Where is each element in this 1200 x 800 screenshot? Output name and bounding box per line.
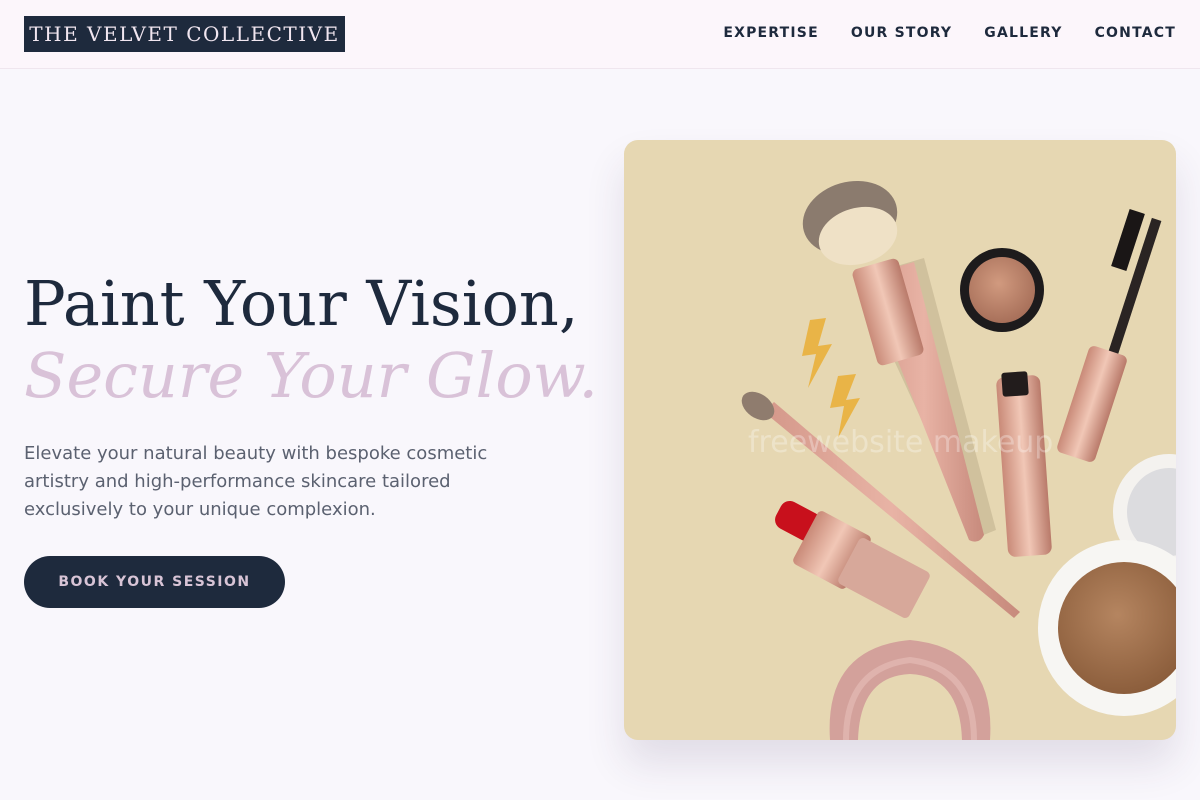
hero-image: freewebsite makeup [624, 140, 1176, 740]
book-session-button[interactable]: BOOK YOUR SESSION [24, 556, 285, 608]
hero-title: Paint Your Vision, Secure Your Glow. [24, 268, 598, 412]
compact-shape [1038, 454, 1176, 716]
lipstick-shape [775, 500, 930, 618]
nav-link-our-story[interactable]: OUR STORY [851, 25, 952, 41]
hero-title-line1: Paint Your Vision, [24, 267, 579, 340]
blush-pot-shape [960, 248, 1044, 332]
nav-link-expertise[interactable]: EXPERTISE [723, 25, 819, 41]
mascara-shape [1057, 208, 1162, 462]
brand-logo[interactable]: THE VELVET COLLECTIVE [24, 16, 345, 52]
nav-link-gallery[interactable]: GALLERY [984, 25, 1062, 41]
hero-description: Elevate your natural beauty with bespoke… [24, 443, 488, 520]
image-watermark: freewebsite makeup [748, 425, 1053, 460]
main-nav: EXPERTISE OUR STORY GALLERY CONTACT [723, 0, 1176, 66]
scrunchie-shape [829, 640, 991, 740]
cosmetic-tube-shape [996, 371, 1052, 557]
site-header: THE VELVET COLLECTIVE EXPERTISE OUR STOR… [0, 0, 1200, 69]
hero-title-line2: Secure Your Glow. [24, 339, 599, 412]
nav-link-contact[interactable]: CONTACT [1095, 25, 1176, 41]
earring-shape [802, 318, 860, 438]
